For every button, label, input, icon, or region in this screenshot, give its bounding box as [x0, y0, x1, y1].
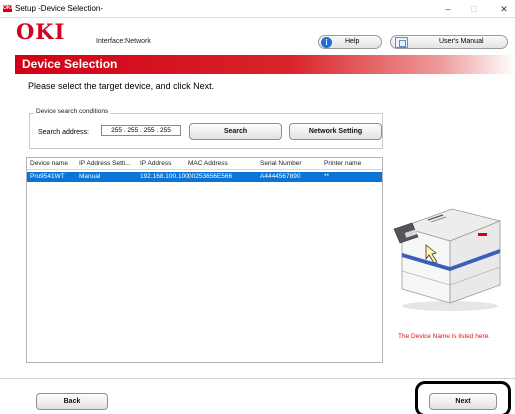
cell-serial-number: A4444567890 — [260, 173, 301, 180]
cell-device-name: Pro9541WT — [30, 173, 65, 180]
users-manual-button[interactable]: User's Manual — [390, 35, 508, 49]
table-row[interactable]: Pro9541WT Manual 192.168.100.100 0025365… — [27, 172, 382, 182]
search-address-label: Search address: — [38, 129, 89, 136]
title-bar: OKI Setup -Device Selection- – □ ✕ — [0, 0, 515, 18]
window-title: Setup -Device Selection- — [15, 4, 104, 13]
col-device-name[interactable]: Device name — [30, 160, 68, 167]
col-ip-address[interactable]: IP Address — [140, 160, 171, 167]
cell-ip-address: 192.168.100.100 — [140, 173, 189, 180]
minimize-button[interactable]: – — [437, 0, 459, 18]
help-button[interactable]: i Help — [318, 35, 382, 49]
app-icon: OKI — [3, 5, 12, 12]
table-header: Device name IP Address Setti... IP Addre… — [27, 158, 382, 170]
col-ip-setting[interactable]: IP Address Setti... — [79, 160, 131, 167]
oki-logo: OKI — [16, 19, 66, 44]
col-printer-name[interactable]: Printer name — [324, 160, 361, 167]
cell-printer-name: ** — [324, 173, 330, 180]
search-conditions-group: Device search conditions Search address:… — [29, 108, 383, 149]
cell-mac-address: 00253656E566 — [188, 173, 233, 180]
manual-icon — [395, 37, 408, 48]
device-table: Device name IP Address Setti... IP Addre… — [26, 157, 383, 363]
device-name-caption: The Device Name is listed here. — [398, 333, 491, 340]
interface-label: Interface:Network — [96, 38, 151, 45]
page-title: Device Selection — [22, 57, 118, 71]
group-legend: Device search conditions — [34, 108, 111, 115]
printer-illustration — [393, 208, 502, 311]
footer-divider — [0, 378, 515, 379]
back-button[interactable]: Back — [36, 393, 108, 410]
next-highlight-box — [415, 381, 511, 414]
instruction-text: Please select the target device, and cli… — [28, 81, 215, 91]
cell-ip-setting: Manual — [79, 173, 101, 180]
col-mac-address[interactable]: MAC Address — [188, 160, 228, 167]
info-icon: i — [321, 37, 332, 48]
page-banner: Device Selection — [15, 55, 515, 74]
search-button[interactable]: Search — [189, 123, 282, 140]
col-serial-number[interactable]: Serial Number — [260, 160, 302, 167]
maximize-button[interactable]: □ — [463, 0, 485, 18]
network-setting-button[interactable]: Network Setting — [289, 123, 382, 140]
users-manual-label: User's Manual — [439, 38, 484, 45]
help-button-label: Help — [345, 38, 360, 45]
close-button[interactable]: ✕ — [493, 0, 515, 18]
search-address-input[interactable]: 255 . 255 . 255 . 255 — [101, 125, 181, 136]
